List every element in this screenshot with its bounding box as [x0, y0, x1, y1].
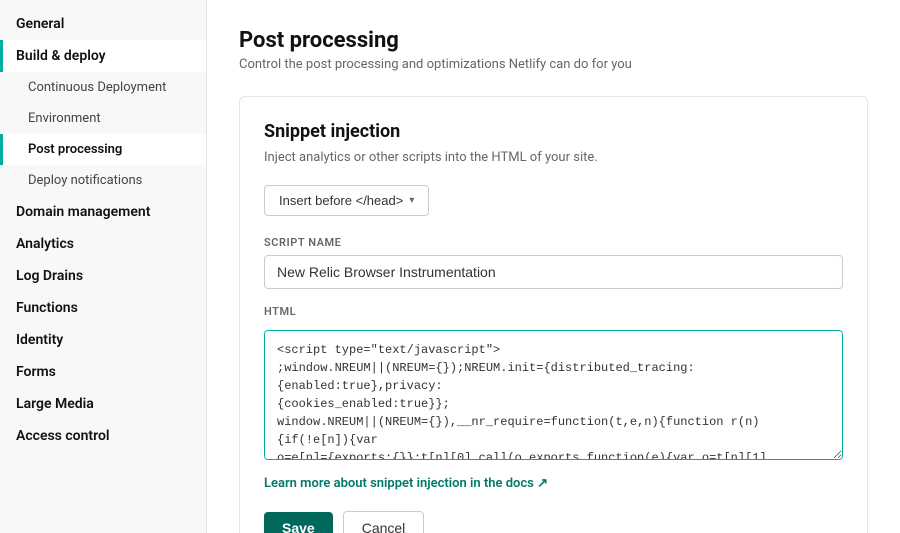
html-label: HTML — [264, 305, 296, 318]
sidebar-item-analytics[interactable]: Analytics — [0, 228, 206, 260]
save-button[interactable]: Save — [264, 512, 333, 533]
sidebar-item-functions[interactable]: Functions — [0, 292, 206, 324]
docs-link[interactable]: Learn more about snippet injection in th… — [264, 476, 548, 491]
chevron-down-icon: ▾ — [409, 195, 414, 206]
sidebar-item-continuous-deployment[interactable]: Continuous Deployment — [0, 72, 206, 103]
sidebar: GeneralBuild & deployContinuous Deployme… — [0, 0, 207, 533]
page-subtitle: Control the post processing and optimiza… — [239, 57, 868, 72]
sidebar-item-forms[interactable]: Forms — [0, 356, 206, 388]
snippet-injection-card: Snippet injection Inject analytics or ot… — [239, 96, 868, 533]
script-name-field: Script name — [264, 236, 843, 305]
script-name-label: Script name — [264, 236, 843, 249]
page-title: Post processing — [239, 28, 868, 53]
sidebar-item-access-control[interactable]: Access control — [0, 420, 206, 452]
section-desc: Inject analytics or other scripts into t… — [264, 150, 843, 165]
sidebar-item-log-drains[interactable]: Log Drains — [0, 260, 206, 292]
sidebar-item-identity[interactable]: Identity — [0, 324, 206, 356]
html-code-input[interactable] — [264, 330, 843, 460]
script-name-input[interactable] — [264, 255, 843, 289]
section-title: Snippet injection — [264, 121, 843, 142]
html-field: HTML — [264, 305, 843, 464]
main-content: Post processing Control the post process… — [207, 0, 900, 533]
sidebar-item-large-media[interactable]: Large Media — [0, 388, 206, 420]
dropdown-label: Insert before </head> — [279, 193, 403, 208]
sidebar-item-post-processing[interactable]: Post processing — [0, 134, 206, 165]
sidebar-item-build-deploy[interactable]: Build & deploy — [0, 40, 206, 72]
action-buttons: Save Cancel — [264, 511, 843, 533]
sidebar-item-domain-management[interactable]: Domain management — [0, 196, 206, 228]
sidebar-item-general[interactable]: General — [0, 8, 206, 40]
sidebar-item-environment[interactable]: Environment — [0, 103, 206, 134]
cancel-button[interactable]: Cancel — [343, 511, 425, 533]
insert-position-dropdown[interactable]: Insert before </head> ▾ — [264, 185, 429, 216]
sidebar-item-deploy-notifications[interactable]: Deploy notifications — [0, 165, 206, 196]
